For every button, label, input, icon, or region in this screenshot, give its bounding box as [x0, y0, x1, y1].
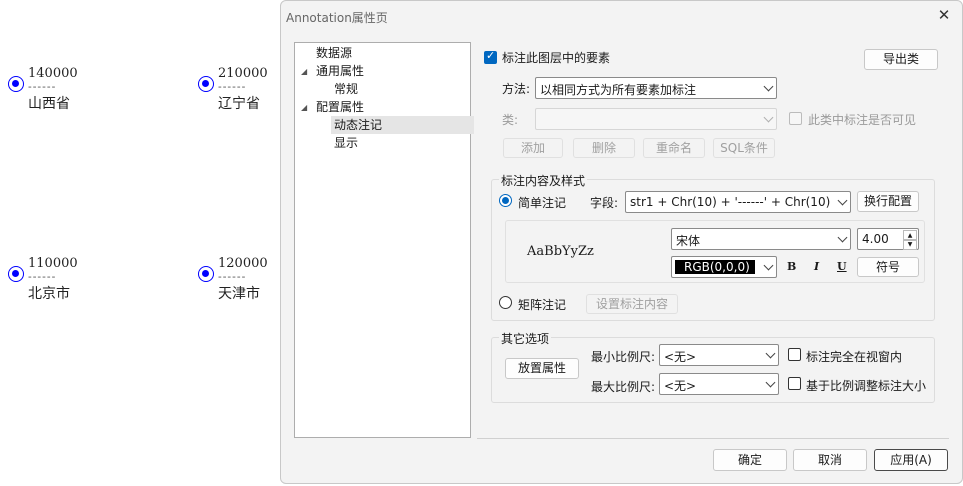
tree-item-dynamic-annotation[interactable]: 动态注记	[331, 116, 474, 134]
chevron-down-icon	[763, 81, 774, 92]
max-scale-value: <无>	[664, 379, 697, 393]
color-value: RGB(0,0,0)	[684, 260, 750, 274]
apply-button[interactable]: 应用(A)	[874, 449, 948, 471]
expand-triangle-icon[interactable]: ◢	[301, 67, 307, 76]
class-visible-label: 此类中标注是否可见	[808, 113, 917, 127]
color-select[interactable]: RGB(0,0,0)	[671, 256, 777, 278]
label-name: 山西省	[28, 96, 70, 112]
field-value: str1 + Chr(10) + '------' + Chr(10) +	[630, 195, 834, 209]
label-separator: ------	[218, 270, 247, 283]
label-value: 120000	[218, 256, 268, 271]
sql-condition-button[interactable]: SQL条件	[713, 138, 775, 158]
other-options-title: 其它选项	[499, 330, 552, 347]
label-separator: ------	[218, 80, 247, 93]
min-scale-select[interactable]: <无>	[659, 344, 779, 366]
label-content-group-title: 标注内容及样式	[499, 172, 588, 189]
chevron-down-icon	[763, 260, 774, 271]
label-separator: ------	[28, 270, 57, 283]
map-label-liaoning: 210000 ------ 辽宁省	[198, 66, 278, 116]
underline-button[interactable]: U	[837, 260, 847, 273]
point-marker-icon	[8, 266, 24, 282]
map-label-shanxi: 140000 ------ 山西省	[8, 66, 88, 116]
label-name: 辽宁省	[218, 96, 260, 112]
label-features-checkbox[interactable]	[484, 49, 497, 64]
min-scale-label: 最小比例尺:	[591, 350, 656, 364]
dialog-title: Annotation属性页	[286, 11, 388, 25]
delete-class-button[interactable]: 删除	[573, 138, 635, 158]
footer-divider	[477, 438, 949, 439]
spin-down-icon[interactable]: ▼	[903, 239, 917, 250]
label-value: 210000	[218, 66, 268, 81]
tree-item-datasource[interactable]: 数据源	[316, 44, 352, 62]
font-preview-text: AaBbYyZz	[527, 244, 594, 259]
set-label-content-button[interactable]: 设置标注内容	[586, 294, 678, 314]
chevron-down-icon	[837, 195, 848, 206]
class-label: 类:	[502, 113, 519, 127]
fully-in-view-label: 标注完全在视窗内	[806, 350, 903, 364]
export-class-button[interactable]: 导出类	[864, 49, 938, 70]
label-features-label: 标注此图层中的要素	[502, 51, 611, 65]
label-name: 天津市	[218, 286, 260, 302]
class-visible-checkbox[interactable]	[789, 112, 802, 125]
font-value: 宋体	[676, 234, 701, 248]
max-scale-label: 最大比例尺:	[591, 380, 656, 394]
map-label-tianjin: 120000 ------ 天津市	[198, 256, 278, 306]
tree-item-config-props[interactable]: 配置属性	[316, 98, 364, 116]
property-tree[interactable]: 数据源 ◢ 通用属性 常规 ◢ 配置属性 动态注记 显示	[294, 42, 474, 438]
chevron-down-icon	[763, 112, 774, 123]
font-select[interactable]: 宋体	[671, 228, 851, 250]
field-label: 字段:	[590, 196, 619, 210]
matrix-annotation-label: 矩阵注记	[518, 298, 567, 312]
scale-size-label: 基于比例调整标注大小	[806, 379, 927, 393]
label-value: 140000	[28, 66, 78, 81]
wrap-config-button[interactable]: 换行配置	[857, 191, 919, 212]
matrix-annotation-radio[interactable]	[499, 296, 512, 309]
add-class-button[interactable]: 添加	[503, 138, 563, 158]
symbol-button[interactable]: 符号	[857, 257, 919, 277]
font-size-value: 4.00	[862, 232, 889, 246]
point-marker-icon	[198, 76, 214, 92]
min-scale-value: <无>	[664, 350, 697, 364]
font-size-spinner[interactable]: 4.00 ▲ ▼	[857, 228, 919, 250]
tree-item-display[interactable]: 显示	[334, 134, 358, 152]
method-label: 方法:	[502, 82, 531, 96]
cancel-button[interactable]: 取消	[793, 449, 867, 471]
simple-annotation-label: 简单注记	[518, 196, 567, 210]
label-value: 110000	[28, 256, 78, 271]
scale-size-checkbox[interactable]	[788, 377, 801, 390]
chevron-down-icon	[765, 377, 776, 388]
method-value: 以相同方式为所有要素加标注	[540, 83, 697, 97]
class-select[interactable]	[535, 108, 777, 130]
tree-item-general-props[interactable]: 通用属性	[316, 62, 364, 80]
field-select[interactable]: str1 + Chr(10) + '------' + Chr(10) +	[625, 191, 851, 213]
expand-triangle-icon[interactable]: ◢	[301, 103, 307, 112]
simple-annotation-radio[interactable]	[499, 194, 512, 207]
chevron-down-icon	[765, 348, 776, 359]
placement-properties-button[interactable]: 放置属性	[505, 358, 579, 379]
label-name: 北京市	[28, 286, 70, 302]
annotation-properties-dialog: Annotation属性页 ✕ 数据源 ◢ 通用属性 常规 ◢ 配置属性 动态注…	[280, 0, 963, 484]
point-marker-icon	[8, 76, 24, 92]
ok-button[interactable]: 确定	[713, 449, 787, 471]
chevron-down-icon	[837, 232, 848, 243]
bold-button[interactable]: B	[787, 260, 796, 273]
fully-in-view-checkbox[interactable]	[788, 348, 801, 361]
label-separator: ------	[28, 80, 57, 93]
close-icon[interactable]: ✕	[936, 7, 952, 23]
tree-item-general[interactable]: 常规	[334, 80, 358, 98]
method-select[interactable]: 以相同方式为所有要素加标注	[535, 77, 777, 99]
rename-class-button[interactable]: 重命名	[643, 138, 705, 158]
point-marker-icon	[198, 266, 214, 282]
max-scale-select[interactable]: <无>	[659, 373, 779, 395]
map-label-beijing: 110000 ------ 北京市	[8, 256, 88, 306]
italic-button[interactable]: I	[814, 260, 819, 273]
